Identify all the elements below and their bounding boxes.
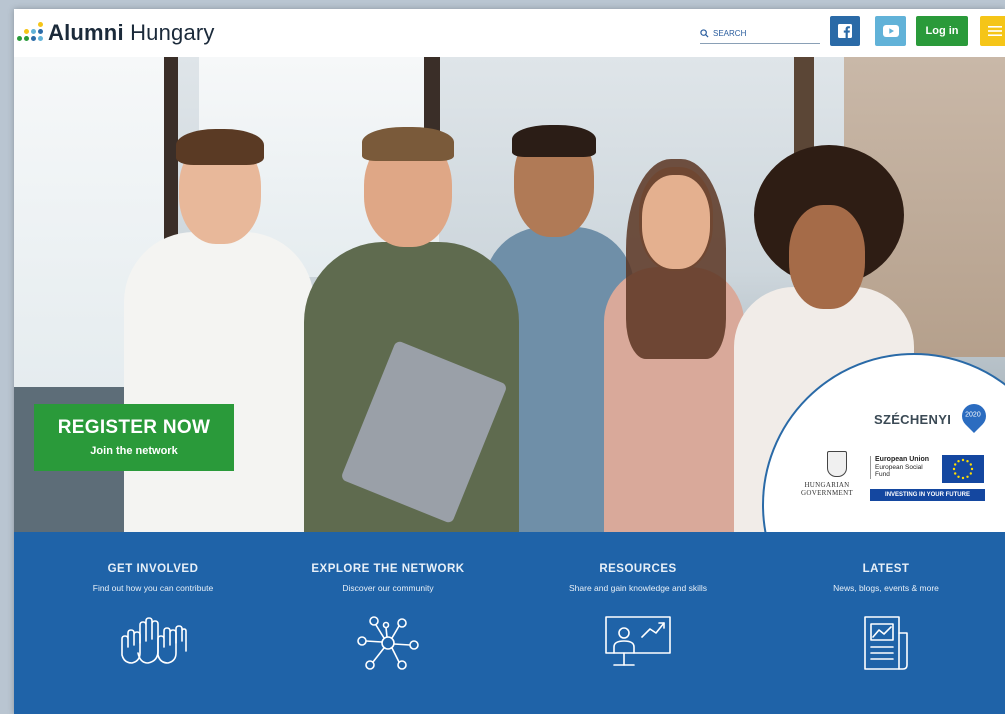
resources-title: RESOURCES [599, 563, 677, 575]
szechenyi-text: SZÉCHENYI [874, 412, 952, 427]
site-logo[interactable]: Alumni Hungary [16, 18, 215, 48]
newspaper-icon [864, 616, 908, 670]
search-icon [700, 29, 709, 38]
latest-card[interactable]: LATEST News, blogs, events & more [776, 532, 996, 673]
resources-subtitle: Share and gain knowledge and skills [569, 583, 707, 593]
resources-card[interactable]: RESOURCES Share and gain knowledge and s… [528, 532, 748, 669]
search-box[interactable] [700, 24, 820, 44]
facebook-icon [838, 24, 852, 38]
get-involved-title: GET INVOLVED [107, 563, 199, 575]
presentation-icon [605, 616, 671, 666]
eu-logo: European Union European Social Fund [870, 455, 984, 485]
explore-network-title: EXPLORE THE NETWORK [311, 563, 465, 575]
map-pin-icon: 2020 [957, 399, 991, 433]
register-title: REGISTER NOW [57, 417, 211, 438]
hamburger-icon [988, 26, 1002, 36]
latest-title: LATEST [862, 563, 910, 575]
feature-section: GET INVOLVED Find out how you can contri… [14, 532, 1005, 714]
search-input[interactable] [713, 29, 813, 38]
explore-network-subtitle: Discover our community [342, 583, 434, 593]
hungarian-government-label: HUNGARIAN GOVERNMENT [801, 481, 853, 497]
raised-hands-icon [121, 617, 187, 664]
explore-network-card[interactable]: EXPLORE THE NETWORK Discover our communi… [278, 532, 498, 671]
facebook-button[interactable] [830, 16, 860, 46]
youtube-icon [882, 25, 899, 37]
get-involved-subtitle: Find out how you can contribute [92, 583, 214, 593]
header: Alumni Hungary Log in [14, 9, 1005, 57]
latest-subtitle: News, blogs, events & more [833, 583, 939, 593]
network-icon [357, 616, 419, 670]
menu-button[interactable] [980, 16, 1005, 46]
register-now-button[interactable]: REGISTER NOW Join the network [34, 404, 234, 471]
page-frame: Alumni Hungary Log in [14, 9, 1005, 714]
get-involved-card[interactable]: GET INVOLVED Find out how you can contri… [43, 532, 263, 667]
hero-photo: REGISTER NOW Join the network SZÉCHENYI … [14, 57, 1005, 532]
logo-text: Alumni Hungary [48, 20, 215, 45]
logo-dots-icon [16, 22, 44, 44]
login-button[interactable]: Log in [916, 16, 968, 46]
investing-banner: INVESTING IN YOUR FUTURE [870, 489, 985, 501]
eu-flag-icon [942, 455, 984, 483]
youtube-button[interactable] [875, 16, 906, 46]
register-subtitle: Join the network [90, 445, 178, 457]
hungarian-crest-icon [827, 451, 847, 477]
